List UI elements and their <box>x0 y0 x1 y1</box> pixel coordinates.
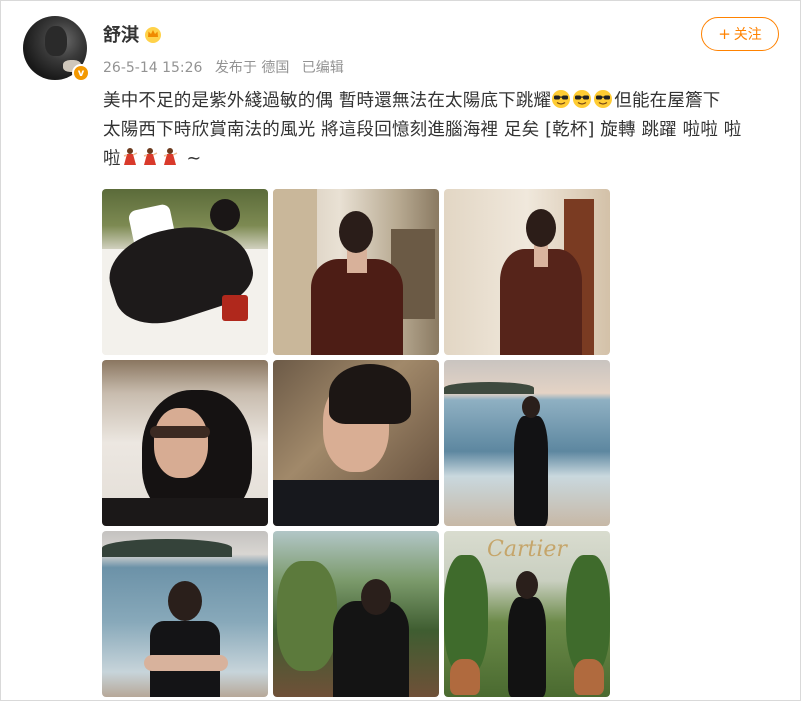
post-line-1-tail: 但能在屋簷下 <box>614 91 721 111</box>
follow-label: 关注 <box>733 27 762 43</box>
dancer-emoji <box>143 148 158 165</box>
edited-label[interactable]: 已编辑 <box>302 60 344 76</box>
dancer-emoji <box>163 148 178 165</box>
post-text: 美中不足的是紫外綫過敏的偶 暫時還無法在太陽底下跳耀 但能在屋簷下 太陽西下時欣賞… <box>103 87 783 174</box>
crown-icon[interactable] <box>144 25 162 43</box>
photo-closeup-portrait[interactable] <box>273 360 439 526</box>
photo-sunglasses-portrait[interactable] <box>102 360 268 526</box>
post-line-3-tail: ~ <box>180 149 202 169</box>
photo-bed-lounging[interactable] <box>102 189 268 355</box>
post-line-2: 太陽西下時欣賞南法的風光 將這段回憶刻進腦海裡 足矣 [乾杯] 旋轉 跳躍 啦啦… <box>103 120 742 140</box>
suit-shape <box>273 480 439 526</box>
post-line-1: 美中不足的是紫外綫過敏的偶 暫時還無法在太陽底下跳耀 但能在屋簷下 <box>103 87 783 116</box>
head-shape <box>339 211 373 253</box>
post-source: 发布于 德国 <box>214 60 290 76</box>
pot-left-shape <box>450 659 480 695</box>
hill-shape <box>444 382 534 394</box>
head-shape <box>361 579 391 615</box>
post-line-3: 啦 ~ <box>103 145 783 174</box>
photo-brown-suit-standing[interactable] <box>444 189 610 355</box>
sunglasses-emoji <box>594 90 613 108</box>
head-shape <box>516 571 538 599</box>
photo-cartier-event[interactable]: Cartier <box>444 531 610 697</box>
tree-shape <box>277 561 337 671</box>
head-shape <box>526 209 556 247</box>
coat-shape <box>311 259 403 355</box>
post-line-3-text: 啦 <box>103 149 121 169</box>
dress-shape <box>508 597 546 697</box>
pot-right-shape <box>574 659 604 695</box>
photo-garden-phone[interactable] <box>273 531 439 697</box>
sunglasses-shape <box>150 426 210 438</box>
photo-beach-seated[interactable] <box>102 531 268 697</box>
post-line-1-text: 美中不足的是紫外綫過敏的偶 暫時還無法在太陽底下跳耀 <box>103 91 552 111</box>
lemon-tree-right-shape <box>566 555 610 675</box>
head-shape <box>168 581 202 621</box>
shoulder-shape <box>102 498 268 526</box>
sunglasses-emoji <box>552 90 571 108</box>
lemon-tree-left-shape <box>444 555 488 675</box>
dress-shape <box>333 601 409 697</box>
photo-grid: Cartier <box>102 189 610 697</box>
dress-shape <box>514 416 548 526</box>
username[interactable]: 舒淇 <box>103 21 139 47</box>
cartier-logo-text: Cartier <box>487 537 567 562</box>
head-shape <box>522 396 540 418</box>
avatar-face <box>45 26 67 56</box>
arm-shape <box>144 655 228 671</box>
post-time[interactable]: 26-5-14 15:26 <box>103 60 202 76</box>
dancer-emoji <box>123 148 138 165</box>
sunglasses-emoji <box>573 90 592 108</box>
hair-shape <box>329 364 411 424</box>
red-box-shape <box>222 295 248 321</box>
photo-beach-standing[interactable] <box>444 360 610 526</box>
photo-brown-suit-interior[interactable] <box>273 189 439 355</box>
hill-shape <box>102 539 232 557</box>
head-shape <box>210 199 240 231</box>
face-shape <box>154 408 208 478</box>
verified-v-icon: v <box>72 64 90 82</box>
post-meta: 26-5-14 15:26 发布于 德国 已编辑 <box>103 57 352 77</box>
follow-button[interactable]: + 关注 <box>701 17 779 51</box>
plus-icon: + <box>718 25 731 43</box>
